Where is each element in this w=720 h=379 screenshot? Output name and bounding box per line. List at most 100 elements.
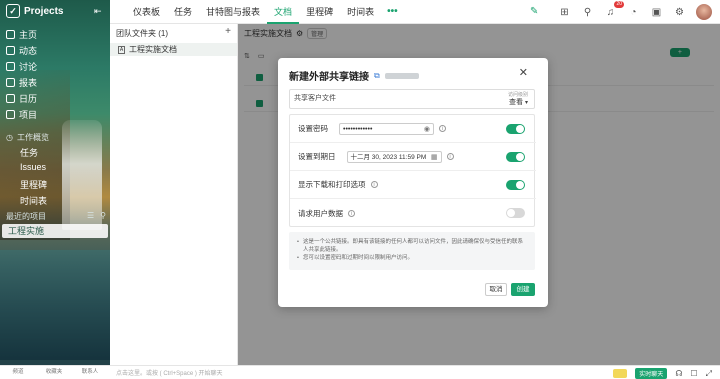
sidebar: ✓ Projects ⇤ 主页 动态 讨论 报表 日历 项目 ◷ 工作概览 任务…: [0, 0, 110, 379]
sidebar-item-milestones[interactable]: 里程碑: [20, 178, 47, 190]
channels-button[interactable]: 频道: [0, 369, 36, 375]
info-icon[interactable]: i: [439, 125, 446, 132]
sidebar-item-home[interactable]: 主页: [6, 28, 37, 41]
password-input[interactable]: •••••••••••• ◉: [339, 122, 434, 135]
share-options: 设置密码 •••••••••••• ◉ i 设置到期日 十二月 30, 2023…: [289, 114, 536, 227]
module-tabs: 仪表板 任务 甘特图与报表 文档 里程碑 时间表 •••: [126, 0, 404, 24]
favorites-button[interactable]: 收藏夹: [36, 369, 72, 375]
link-url-blurred: [384, 72, 419, 79]
search-icon[interactable]: ⚲: [100, 211, 106, 222]
chevron-down-icon: ▾: [524, 100, 528, 106]
sidebar-item-label: 动态: [19, 46, 38, 56]
password-toggle[interactable]: [506, 123, 525, 134]
request-user-data-label: 请求用户数据: [298, 208, 343, 218]
activity-icon: [6, 46, 15, 55]
calendar-icon: [6, 94, 15, 103]
app-window: ✓ Projects ⇤ 主页 动态 讨论 报表 日历 项目 ◷ 工作概览 任务…: [0, 0, 720, 379]
chat-input[interactable]: 点击这里。或按 ( Ctrl+Space ) 开始聊天: [116, 368, 516, 377]
add-folder-icon[interactable]: +: [225, 27, 231, 39]
apps-icon[interactable]: ▣: [650, 6, 663, 19]
tab-tasks[interactable]: 任务: [167, 0, 199, 24]
sidebar-item-label: 讨论: [19, 62, 38, 72]
more-tabs-button[interactable]: •••: [381, 0, 404, 24]
tab-dashboard[interactable]: 仪表板: [126, 0, 167, 24]
info-icon[interactable]: i: [446, 153, 454, 160]
live-chat-button[interactable]: 实时聊天: [635, 368, 668, 379]
password-row: 设置密码 •••••••••••• ◉ i: [290, 115, 536, 143]
favorites-label: 收藏夹: [45, 369, 63, 375]
alert-icon[interactable]: [613, 369, 628, 378]
project-overview-header[interactable]: ◷ 工作概览: [6, 132, 49, 143]
sidebar-item-timesheet[interactable]: 时间表: [20, 194, 47, 206]
app-logo[interactable]: ✓ Projects: [6, 4, 63, 18]
create-button[interactable]: 创建: [511, 283, 535, 296]
sidebar-item-projects[interactable]: 项目: [6, 108, 37, 121]
request-user-data-toggle[interactable]: [506, 208, 525, 218]
project-sub-nav: 任务 Issues 里程碑 时间表: [20, 146, 47, 206]
logo-check-icon: ✓: [6, 4, 20, 18]
sidebar-item-tasks[interactable]: 任务: [20, 146, 47, 158]
expand-icon[interactable]: ⤢: [706, 369, 712, 379]
user-avatar[interactable]: [696, 4, 712, 20]
tab-documents[interactable]: 文档: [267, 0, 300, 24]
request-user-data-row: 请求用户数据 i: [290, 199, 536, 227]
timer-icon[interactable]: ◔: [627, 6, 640, 19]
filter-icon[interactable]: ☰: [87, 211, 94, 222]
contacts-button[interactable]: 联系人: [72, 369, 108, 375]
download-print-toggle[interactable]: [506, 179, 525, 190]
sidebar-item-reports[interactable]: 报表: [6, 76, 37, 89]
home-icon: [6, 30, 15, 39]
recent-projects-tools: ☰ ⚲: [87, 211, 106, 222]
sidebar-background-water: [0, 250, 110, 360]
sidebar-item-calendar[interactable]: 日历: [6, 92, 37, 105]
bottom-right-tools: 实时聊天 ☊ ☐ ⤢: [613, 368, 712, 379]
folder-item[interactable]: A 工程实施文档: [110, 43, 237, 56]
share-name-value: 共享客户文件: [294, 95, 336, 102]
share-name-field[interactable]: 共享客户文件 访问级别 查看 ▾: [289, 89, 535, 109]
expiry-date-value: 十二月 30, 2023 11:59 PM: [350, 153, 427, 161]
expiry-toggle[interactable]: [506, 151, 525, 162]
access-level-value: 查看: [509, 99, 524, 106]
contacts-label: 联系人: [81, 369, 99, 375]
app-name: Projects: [24, 5, 64, 17]
recent-project-item[interactable]: 工程实施: [2, 224, 108, 238]
modal-header: 新建外部共享链接 ⧉: [289, 68, 419, 83]
share-link-modal: 新建外部共享链接 ⧉ ✕ 共享客户文件 访问级别 查看 ▾ 设置密码 •••••…: [278, 58, 548, 307]
cancel-button[interactable]: 取消: [485, 283, 507, 296]
access-level-label: 访问级别: [507, 92, 528, 98]
download-print-row: 显示下载和打印选项 i: [290, 171, 536, 199]
top-navigation: 仪表板 任务 甘特图与报表 文档 里程碑 时间表 ••• ✎ ⊞ ⚲ ♫ 20 ◔…: [110, 0, 720, 24]
info-icon[interactable]: i: [348, 209, 355, 217]
sidebar-item-label: 日历: [19, 94, 38, 104]
report-icon: [6, 78, 15, 87]
sidebar-item-activity[interactable]: 动态: [6, 44, 37, 57]
add-icon[interactable]: ⊞: [558, 6, 571, 19]
sidebar-item-discussion[interactable]: 讨论: [6, 60, 37, 73]
folder-item-label: 工程实施文档: [129, 45, 177, 54]
headset-icon[interactable]: ☊: [675, 369, 682, 378]
modal-title: 新建外部共享链接: [289, 72, 369, 83]
sidebar-item-issues[interactable]: Issues: [20, 162, 47, 173]
notification-bell-icon[interactable]: ♫ 20: [604, 0, 624, 19]
sidebar-item-label: 项目: [19, 110, 38, 120]
eye-icon[interactable]: ◉: [424, 124, 430, 135]
project-overview-label: 工作概览: [16, 133, 49, 142]
expiry-date-input[interactable]: 十二月 30, 2023 11:59 PM ▦: [346, 150, 442, 163]
pen-icon[interactable]: ✎: [530, 6, 548, 19]
calendar-icon[interactable]: ▦: [431, 152, 438, 163]
link-icon: ⧉: [374, 70, 380, 80]
search-icon[interactable]: ⚲: [581, 6, 594, 19]
info-icon[interactable]: i: [370, 181, 378, 188]
tab-milestones[interactable]: 里程碑: [299, 0, 340, 24]
sidebar-item-label: 报表: [19, 78, 38, 88]
download-print-label: 显示下载和打印选项: [298, 180, 366, 189]
bottom-bar: 频道 收藏夹 联系人 点击这里。或按 ( Ctrl+Space ) 开始聊天 实…: [0, 365, 720, 379]
collapse-sidebar-icon[interactable]: ⇤: [94, 6, 102, 17]
overview-icon: ◷: [6, 133, 13, 142]
access-level-select[interactable]: 访问级别 查看 ▾: [508, 91, 528, 107]
chat-icon[interactable]: ☐: [690, 369, 697, 378]
tab-timesheet[interactable]: 时间表: [340, 0, 381, 24]
close-icon[interactable]: ✕: [519, 66, 528, 79]
settings-gear-icon[interactable]: ⚙: [673, 6, 686, 19]
tab-gantt-reports[interactable]: 甘特图与报表: [199, 0, 267, 24]
